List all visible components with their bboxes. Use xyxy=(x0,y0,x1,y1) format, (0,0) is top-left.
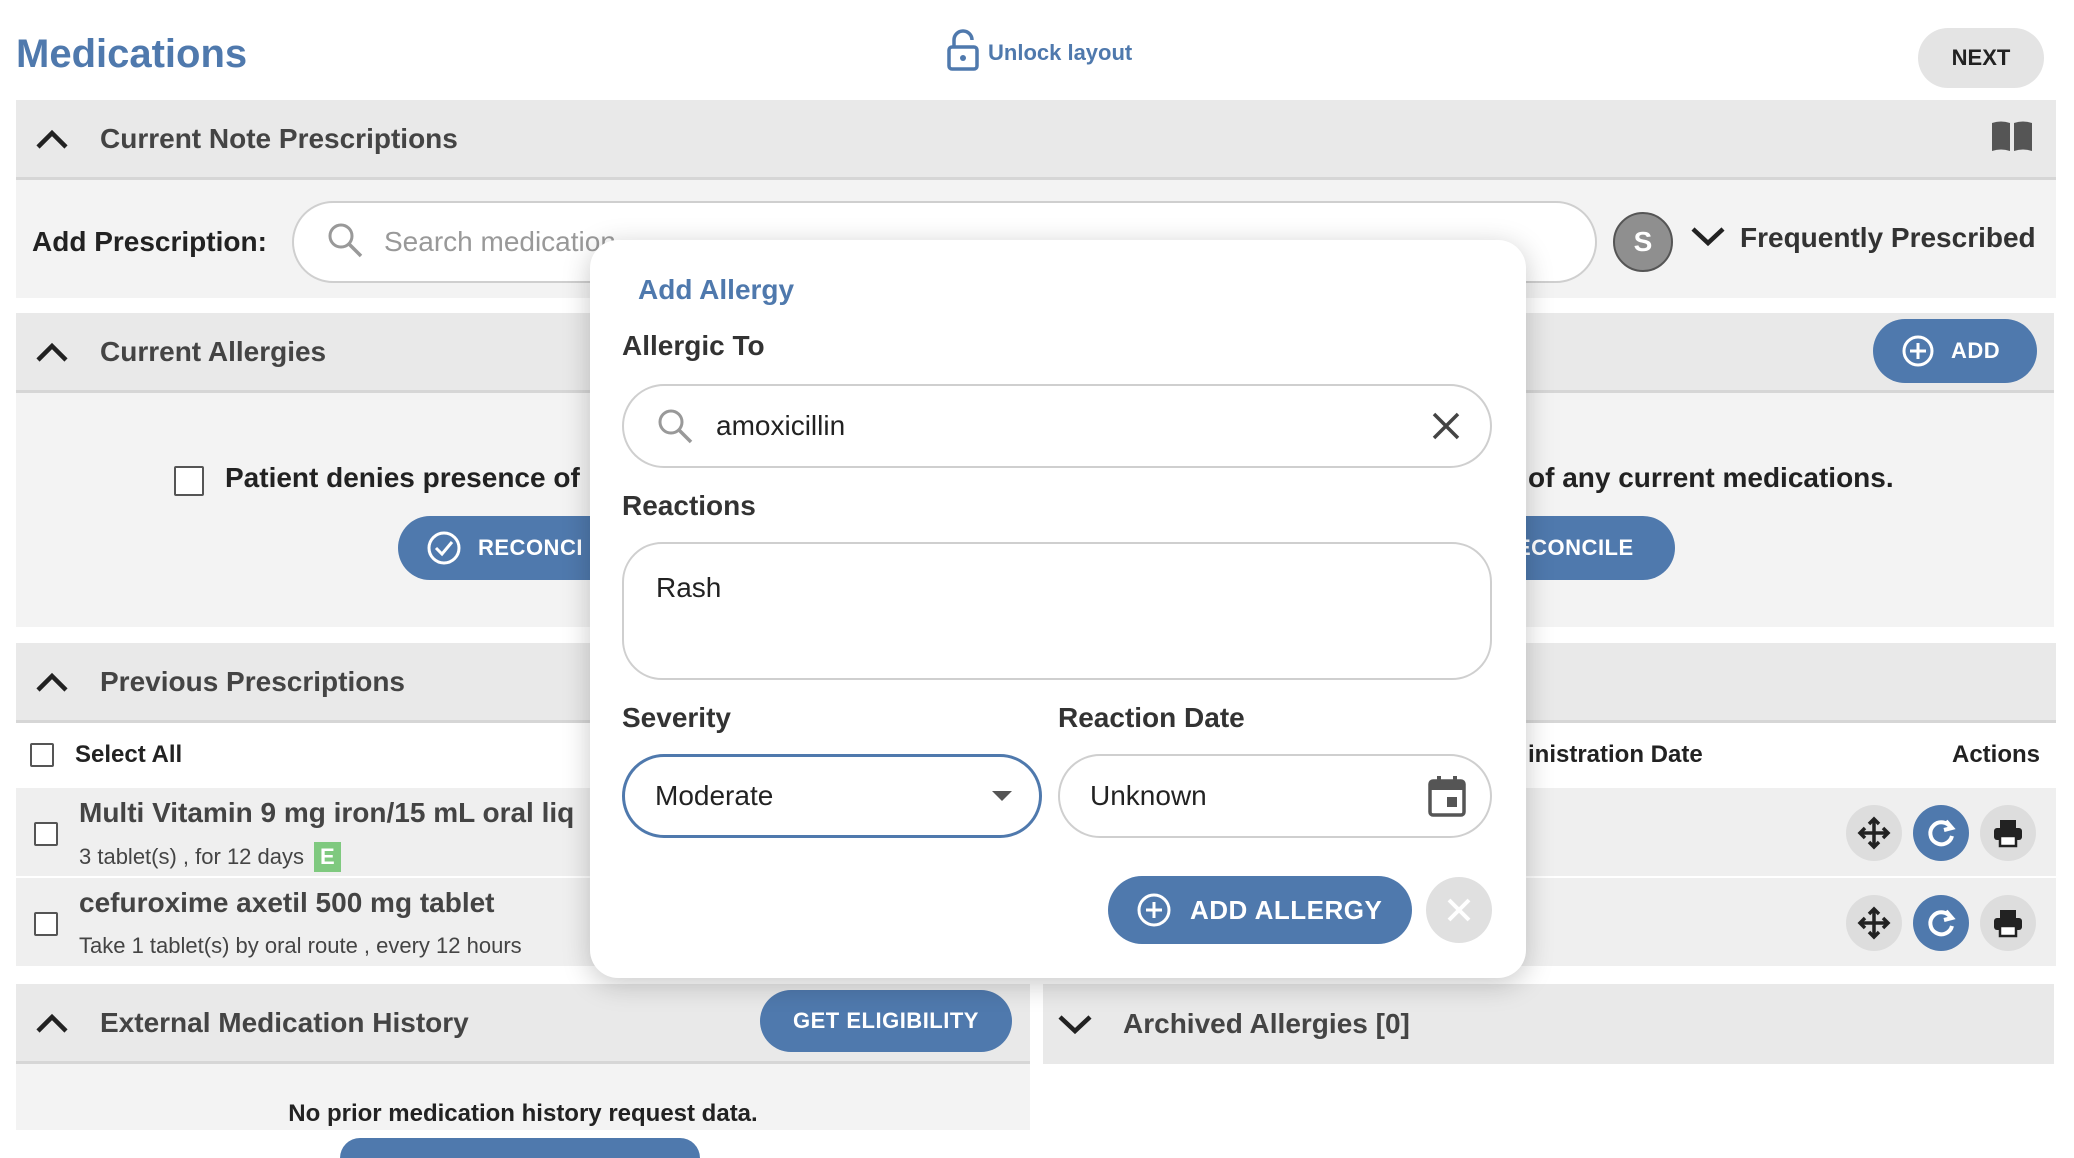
add-allergy-submit-button[interactable]: ADD ALLERGY xyxy=(1108,876,1412,944)
request-history-button[interactable] xyxy=(340,1138,700,1158)
unlock-layout-label: Unlock layout xyxy=(988,40,1133,65)
print-icon[interactable] xyxy=(1980,805,2036,861)
caret-down-icon xyxy=(991,790,1013,802)
chevron-up-icon[interactable] xyxy=(34,121,70,157)
severity-value: Moderate xyxy=(655,780,774,811)
get-eligibility-button[interactable]: GET ELIGIBILITY xyxy=(760,990,1012,1052)
next-button[interactable]: NEXT xyxy=(1918,28,2044,88)
refill-icon[interactable] xyxy=(1913,805,1969,861)
add-label: ADD xyxy=(1951,338,2001,363)
archived-allergies-title: Archived Allergies [0] xyxy=(1123,1008,1410,1039)
frequently-prescribed-label: Frequently Prescribed xyxy=(1740,222,2036,253)
page-title: Medications xyxy=(16,32,248,76)
denies-allergies-label: Patient denies presence of xyxy=(225,462,580,493)
select-all-checkbox[interactable] xyxy=(30,743,54,767)
severity-label: Severity xyxy=(622,702,731,733)
search-icon xyxy=(656,407,694,445)
reaction-date-input[interactable]: Unknown xyxy=(1058,754,1492,838)
reconcile-label: RECONCI xyxy=(478,535,583,560)
reactions-textarea[interactable]: Rash xyxy=(622,542,1492,680)
rx-details: 3 tablet(s) , for 12 days E xyxy=(79,842,341,872)
no-history-message: No prior medication history request data… xyxy=(288,1100,758,1127)
denies-allergies-checkbox[interactable] xyxy=(174,466,204,496)
search-placeholder: Search medication xyxy=(384,226,616,257)
rx-sig: 3 tablet(s) , for 12 days xyxy=(79,844,304,869)
chevron-up-icon[interactable] xyxy=(34,664,70,700)
add-prescription-label: Add Prescription: xyxy=(32,226,267,257)
allergen-search-input[interactable]: amoxicillin xyxy=(622,384,1492,468)
current-allergies-title: Current Allergies xyxy=(100,335,327,367)
rx-name: Multi Vitamin 9 mg iron/15 mL oral liq xyxy=(79,797,575,828)
chevron-up-icon[interactable] xyxy=(34,334,70,370)
column-header-admin-date[interactable]: inistration Date xyxy=(1528,741,1703,769)
current-note-title: Current Note Prescriptions xyxy=(100,122,458,154)
previous-prescriptions-title: Previous Prescriptions xyxy=(100,665,406,697)
dialog-title: Add Allergy xyxy=(638,274,795,305)
move-icon[interactable] xyxy=(1846,895,1902,951)
check-circle-icon xyxy=(426,530,462,566)
clear-icon[interactable] xyxy=(1430,410,1462,442)
close-dialog-button[interactable] xyxy=(1426,877,1492,943)
calendar-icon[interactable] xyxy=(1428,775,1466,817)
e-badge: E xyxy=(314,842,341,872)
unlock-layout-button[interactable]: Unlock layout xyxy=(946,29,1133,77)
add-allergy-submit-label: ADD ALLERGY xyxy=(1190,894,1383,925)
denies-medications-label: of any current medications. xyxy=(1528,462,1894,493)
reactions-value: Rash xyxy=(656,572,722,603)
reaction-date-value: Unknown xyxy=(1090,780,1207,811)
plus-circle-icon xyxy=(1901,334,1935,368)
reconcile-medications-label: ECONCILE xyxy=(1516,535,1634,560)
rx-sig: Take 1 tablet(s) by oral route , every 1… xyxy=(79,933,522,958)
row-checkbox[interactable] xyxy=(34,822,58,846)
reconcile-medications-button[interactable]: ECONCILE xyxy=(1500,516,1675,580)
add-allergy-dialog: Add Allergy Allergic To amoxicillin Reac… xyxy=(590,240,1526,978)
current-note-header[interactable]: Current Note Prescriptions xyxy=(16,100,2056,180)
reactions-label: Reactions xyxy=(622,490,756,521)
chevron-down-icon[interactable] xyxy=(1057,1006,1093,1042)
rx-name: cefuroxime axetil 500 mg tablet xyxy=(79,887,495,918)
search-icon xyxy=(326,221,364,264)
severity-select[interactable]: Moderate xyxy=(622,754,1042,838)
frequently-prescribed-toggle[interactable]: Frequently Prescribed xyxy=(1690,222,2036,254)
move-icon[interactable] xyxy=(1846,805,1902,861)
lock-open-icon xyxy=(946,29,980,77)
book-icon[interactable] xyxy=(1990,119,2034,158)
external-history-title: External Medication History xyxy=(100,1006,469,1038)
column-header-actions: Actions xyxy=(1952,741,2041,768)
allergen-value: amoxicillin xyxy=(716,410,846,441)
add-allergy-panel-button[interactable]: ADD xyxy=(1873,319,2037,383)
allergic-to-label: Allergic To xyxy=(622,330,765,361)
close-icon xyxy=(1446,897,1472,923)
archived-allergies-header[interactable]: Archived Allergies [0] xyxy=(1043,984,2054,1064)
select-all-label: Select All xyxy=(75,741,183,768)
chevron-down-icon xyxy=(1690,225,1726,252)
reaction-date-label: Reaction Date xyxy=(1058,702,1245,733)
refill-icon[interactable] xyxy=(1913,895,1969,951)
avatar[interactable]: S xyxy=(1613,212,1673,272)
plus-circle-icon xyxy=(1136,892,1172,928)
print-icon[interactable] xyxy=(1980,895,2036,951)
row-checkbox[interactable] xyxy=(34,912,58,936)
chevron-up-icon[interactable] xyxy=(34,1005,70,1041)
